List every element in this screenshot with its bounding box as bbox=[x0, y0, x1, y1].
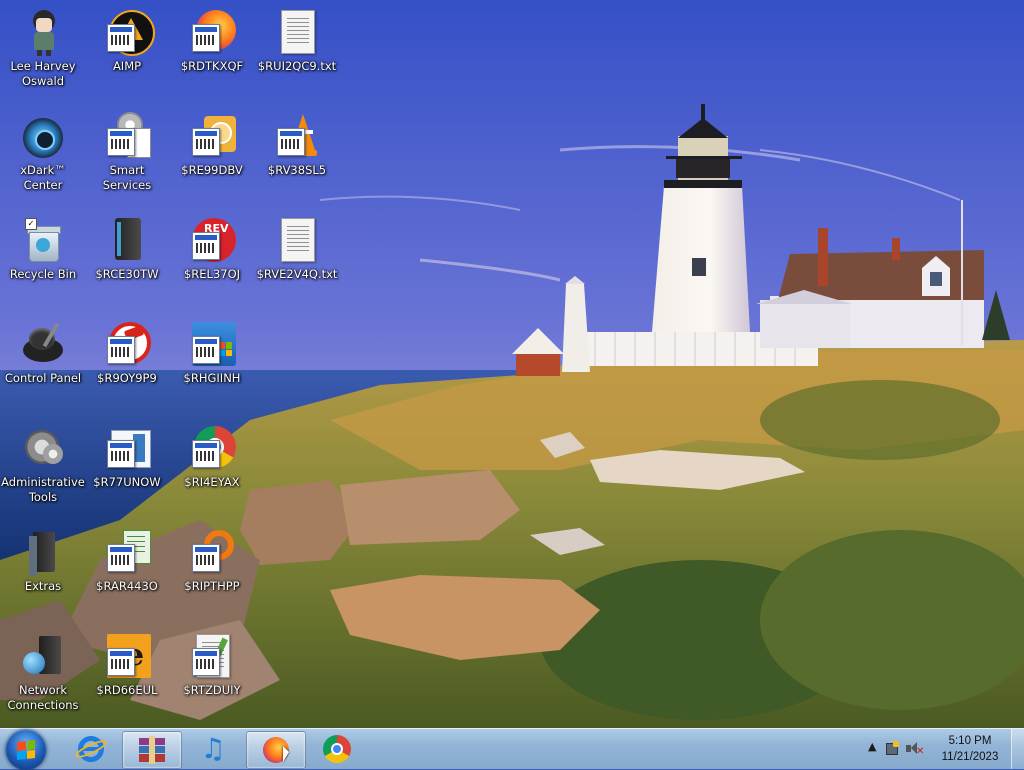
desktop-icon-label: $R9OY9P9 bbox=[97, 371, 157, 385]
show-desktop-button[interactable] bbox=[1011, 729, 1024, 769]
taskbar-firefox-button[interactable] bbox=[246, 731, 306, 769]
desktop-icon-recycle-bin[interactable]: ✓ Recycle Bin bbox=[0, 210, 86, 310]
desktop-icon-label: Recycle Bin bbox=[9, 267, 77, 281]
desktop-icon-label: Network Connections bbox=[7, 683, 79, 712]
desktop-icon-rar443o[interactable]: $RAR443O bbox=[84, 522, 170, 622]
desktop-icon-rel37oj[interactable]: REV $REL37OJ bbox=[169, 210, 255, 310]
desktop-icon-administrative-tools[interactable]: Administrative Tools bbox=[0, 418, 86, 518]
desktop-icon-rui2qc9-txt[interactable]: $RUI2QC9.txt bbox=[254, 2, 340, 102]
clock[interactable]: 5:10 PM 11/21/2023 bbox=[936, 733, 1004, 765]
desktop-icon-label: Control Panel bbox=[4, 371, 82, 385]
desktop-icon-r9oy9p9[interactable]: $R9OY9P9 bbox=[84, 314, 170, 414]
desktop-icon-rhgiinh[interactable]: $RHGIINH bbox=[169, 314, 255, 414]
desktop-icon-re99dbv[interactable]: $RE99DBV bbox=[169, 106, 255, 206]
taskbar-archive-app-button[interactable] bbox=[122, 731, 182, 769]
chrome-icon bbox=[322, 734, 352, 764]
desktop-icon-rtzduiy[interactable]: $RTZDUIY bbox=[169, 626, 255, 726]
ring-shortcut-icon bbox=[188, 528, 236, 576]
start-button[interactable] bbox=[6, 730, 46, 770]
vlc-shortcut-icon bbox=[273, 112, 321, 160]
desktop-icon-lee-harvey-oswald[interactable]: Lee Harvey Oswald bbox=[0, 2, 86, 102]
desktop-icon-label: xDark™ Center bbox=[20, 163, 66, 192]
aimp-icon bbox=[103, 8, 155, 56]
network-tray-icon[interactable] bbox=[886, 741, 902, 755]
desktop-icon-label: $RCE30TW bbox=[95, 267, 159, 281]
desktop-icon-label: $RVE2V4Q.txt bbox=[256, 267, 338, 281]
window-shortcut-icon bbox=[103, 424, 151, 472]
desktop-icon-label: AIMP bbox=[112, 59, 142, 73]
taskbar: ♫ ▲ ✕ 5:10 PM 11/21/2023 bbox=[0, 728, 1024, 770]
desktop-icon-smart-services[interactable]: Smart Services bbox=[84, 106, 170, 206]
desktop-icon-ri4eyax[interactable]: $RI4EYAX bbox=[169, 418, 255, 518]
desktop-icon-r77unow[interactable]: $R77UNOW bbox=[84, 418, 170, 518]
taskbar-chrome-button[interactable] bbox=[308, 731, 366, 767]
winrar-icon bbox=[137, 736, 167, 764]
desktop-icon-aimp[interactable]: AIMP bbox=[84, 2, 170, 102]
desktop-icon-xdark-center[interactable]: xDark™ Center bbox=[0, 106, 86, 206]
desktop-icon-label: $RE99DBV bbox=[181, 163, 243, 177]
desktop-icon-rdtkxqf[interactable]: $RDTKXQF bbox=[169, 2, 255, 102]
clock-date: 11/21/2023 bbox=[941, 751, 999, 763]
desktop-icon-rd66eul[interactable]: e $RD66EUL bbox=[84, 626, 170, 726]
desktop-icon-network-connections[interactable]: Network Connections bbox=[0, 626, 86, 726]
clock-time: 5:10 PM bbox=[948, 735, 992, 747]
xdark-center-icon bbox=[19, 112, 67, 160]
text-document-icon bbox=[273, 8, 321, 56]
desktop-icon-label: Extras bbox=[24, 579, 62, 593]
smart-services-icon bbox=[103, 112, 151, 160]
desktop-icon-label: $RAR443O bbox=[96, 579, 158, 593]
taskbar-internet-explorer-button[interactable] bbox=[62, 731, 120, 767]
volume-muted-icon[interactable]: ✕ bbox=[906, 741, 924, 757]
desktop-icon-label: $RHGIINH bbox=[183, 371, 241, 385]
taskbar-music-player-button[interactable]: ♫ bbox=[184, 731, 242, 767]
network-connections-icon bbox=[19, 632, 67, 680]
desktop-icon-label: $REL37OJ bbox=[183, 267, 241, 281]
editor-shortcut-icon: e bbox=[103, 632, 151, 680]
extras-icon bbox=[19, 528, 67, 576]
desktop-icon-rve2v4q-txt[interactable]: $RVE2V4Q.txt bbox=[254, 210, 340, 310]
desktop-icon-ripthpp[interactable]: $RIPTHPP bbox=[169, 522, 255, 622]
spreadsheet-shortcut-icon bbox=[103, 528, 151, 576]
dark-device-icon bbox=[103, 216, 151, 264]
desktop-icon-label: $R77UNOW bbox=[93, 475, 161, 489]
firefox-shortcut-icon bbox=[188, 8, 236, 56]
recycle-bin-icon: ✓ bbox=[19, 216, 67, 264]
system-tray: ▲ ✕ 5:10 PM 11/21/2023 bbox=[854, 729, 1024, 769]
desktop-icon-label: $RTZDUIY bbox=[183, 683, 241, 697]
desktop-icon-label: $RIPTHPP bbox=[184, 579, 240, 593]
desktop-icon-label: Administrative Tools bbox=[1, 475, 85, 504]
desktop-icon-control-panel[interactable]: Control Panel bbox=[0, 314, 86, 414]
desktop-icon-label: $RV38SL5 bbox=[267, 163, 327, 177]
text-document-icon bbox=[273, 216, 321, 264]
internet-explorer-icon bbox=[73, 734, 109, 764]
desktop-icon-extras[interactable]: Extras bbox=[0, 522, 86, 622]
installer-shortcut-icon bbox=[188, 320, 236, 368]
ccleaner-shortcut-icon bbox=[103, 320, 151, 368]
document-shortcut-icon bbox=[188, 632, 236, 680]
desktop-icon-label: $RD66EUL bbox=[96, 683, 158, 697]
control-panel-icon bbox=[19, 320, 67, 368]
administrative-tools-icon bbox=[19, 424, 67, 472]
show-hidden-icons-button[interactable]: ▲ bbox=[868, 740, 876, 753]
desktop-icon-label: $RI4EYAX bbox=[184, 475, 240, 489]
desktop-icon-label: Lee Harvey Oswald bbox=[10, 59, 76, 88]
shortcut-icon bbox=[188, 112, 236, 160]
desktop-icon-label: $RDTKXQF bbox=[180, 59, 244, 73]
person-figure-icon bbox=[19, 8, 67, 56]
desktop-icon-label: Smart Services bbox=[102, 163, 152, 192]
rev-shortcut-icon: REV bbox=[188, 216, 236, 264]
mouse-cursor-icon bbox=[283, 746, 289, 762]
desktop-icon-label: $RUI2QC9.txt bbox=[257, 59, 337, 73]
desktop-icon-rce30tw[interactable]: $RCE30TW bbox=[84, 210, 170, 310]
music-note-icon: ♫ bbox=[200, 732, 226, 765]
chrome-shortcut-icon bbox=[188, 424, 236, 472]
windows-start-orb-icon bbox=[17, 740, 35, 760]
desktop-icon-rv38sl5[interactable]: $RV38SL5 bbox=[254, 106, 340, 206]
